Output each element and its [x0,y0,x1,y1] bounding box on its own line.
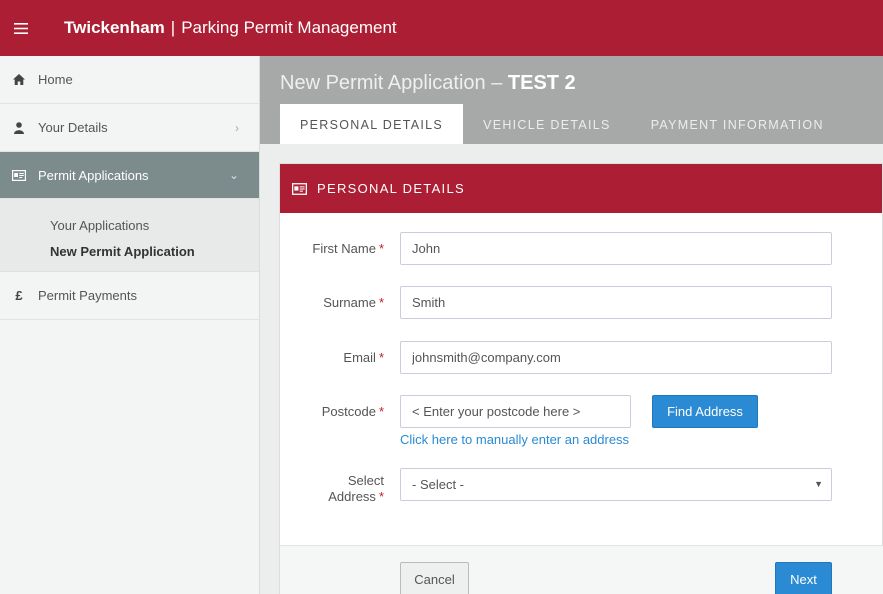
sidebar-item-home[interactable]: Home [0,56,259,104]
main-content: PERSONAL DETAILS First Name* Surname* Em… [260,144,883,594]
first-name-label: First Name * [284,241,384,257]
app-name: Parking Permit Management [181,18,397,37]
select-address-value: - Select - [412,477,465,492]
brand-separator: | [170,18,176,37]
brand-name: Twickenham [64,18,165,37]
tab-payment-information[interactable]: PAYMENT INFORMATION [631,104,844,144]
panel-footer: Cancel Next [280,545,883,594]
required-marker: * [378,350,384,365]
surname-label-text: Surname [323,295,376,310]
select-address-label-line2-text: Address [328,489,376,504]
home-icon [12,74,26,85]
app-brand: Twickenham | Parking Permit Management [64,18,397,38]
select-address-label-line1: Select [347,473,384,488]
first-name-input[interactable] [400,232,832,265]
panel-title: PERSONAL DETAILS [317,181,465,196]
tab-vehicle-details[interactable]: VEHICLE DETAILS [463,104,631,144]
top-bar: Twickenham | Parking Permit Management [0,0,883,56]
sidebar-item-label: Home [38,72,73,87]
sidebar-item-label: Permit Applications [38,167,149,183]
required-marker: * [378,295,384,310]
email-label-text: Email [343,350,376,365]
sidebar-subitem-your-applications[interactable]: Your Applications [0,213,259,239]
id-card-icon [292,182,307,195]
required-marker: * [378,489,384,504]
hamburger-icon[interactable] [0,0,42,56]
sidebar: Home Your Details › Permit Applications … [0,56,260,594]
postcode-label-text: Postcode [321,404,376,419]
sidebar-item-label: Your Details [38,120,108,135]
sidebar-item-permit-applications[interactable]: Permit Applications ⌄ [0,152,259,199]
required-marker: * [378,241,384,256]
email-label: Email * [284,350,384,366]
postcode-label: Postcode * [284,404,384,420]
page-title-application-name: TEST 2 [507,72,576,94]
panel-header: PERSONAL DETAILS [280,164,882,213]
dropdown-caret-icon: ▼ [814,479,823,489]
cancel-button[interactable]: Cancel [400,562,469,594]
required-marker: * [378,404,384,419]
id-card-icon [12,169,26,181]
application-tabs: PERSONAL DETAILS VEHICLE DETAILS PAYMENT… [280,104,844,144]
postcode-input[interactable] [400,395,631,428]
find-address-button[interactable]: Find Address [652,395,758,428]
page-title-prefix: New Permit Application – [280,72,503,94]
content-header: New Permit Application – TEST 2 PERSONAL… [260,56,883,144]
tab-personal-details[interactable]: PERSONAL DETAILS [280,104,464,144]
first-name-label-text: First Name [312,241,376,256]
sidebar-item-label: Permit Payments [38,288,137,303]
user-icon [12,121,26,134]
select-address-label: Select Address * [284,473,384,505]
sidebar-subitem-new-permit-application[interactable]: New Permit Application [0,239,259,265]
page-title: New Permit Application – TEST 2 [280,72,576,95]
chevron-right-icon: › [235,120,239,135]
personal-details-panel: PERSONAL DETAILS First Name* Surname* Em… [279,163,883,594]
sidebar-item-your-details[interactable]: Your Details › [0,104,259,152]
pound-icon: £ [15,288,23,303]
permit-applications-submenu: Your Applications New Permit Application [0,199,259,272]
select-address-dropdown[interactable]: - Select - ▼ [400,468,832,501]
manual-address-link[interactable]: Click here to manually enter an address [400,432,629,447]
sidebar-item-permit-payments[interactable]: £ Permit Payments [0,272,259,320]
select-address-label-line2: Address * [284,489,384,505]
next-button[interactable]: Next [775,562,832,594]
chevron-down-icon: ⌄ [228,168,239,182]
surname-input[interactable] [400,286,832,319]
surname-label: Surname * [284,295,384,311]
email-input[interactable] [400,341,832,374]
